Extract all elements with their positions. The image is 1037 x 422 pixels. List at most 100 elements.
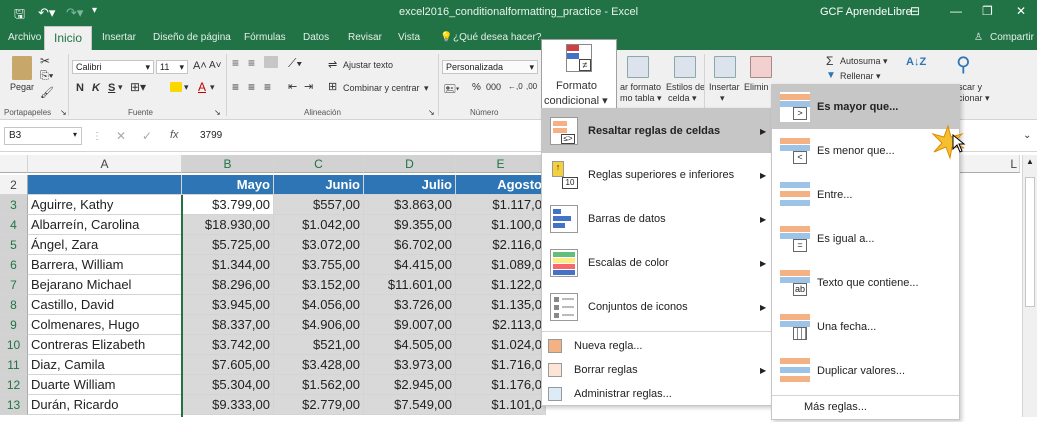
decrease-indent-icon[interactable]: ⇤ — [288, 80, 297, 93]
fill-button[interactable]: Rellenar ▾ — [840, 71, 881, 82]
borders-icon[interactable]: ⊞▾ — [130, 80, 146, 94]
value-cell[interactable]: $6.702,00 — [364, 235, 456, 255]
close-icon[interactable]: ✕ — [1016, 4, 1026, 18]
menu-item-highlight-rules[interactable]: ≤> Resaltar reglas de celdas ▶ — [542, 109, 772, 153]
value-cell[interactable]: $4.906,00 — [274, 315, 364, 335]
accounting-format-icon[interactable]: 🖭▾ — [444, 82, 459, 99]
value-cell[interactable]: $2.116,0 — [456, 235, 546, 255]
row-header[interactable]: 3 — [0, 195, 28, 215]
value-cell[interactable]: $8.337,00 — [182, 315, 274, 335]
menu-item-greater-than[interactable]: > Es mayor que... — [772, 85, 959, 129]
value-cell[interactable]: $1.117,0 — [456, 195, 546, 215]
menu-item-duplicate-values[interactable]: Duplicar valores... — [772, 349, 959, 393]
name-box[interactable]: B3 ▾ — [4, 127, 82, 145]
tell-me-search[interactable]: ¿Qué desea hacer? — [453, 32, 541, 43]
tab-vista[interactable]: Vista — [398, 32, 420, 43]
format-as-table-label[interactable]: ar formato — [620, 82, 661, 92]
font-size-select[interactable]: 11 ▾ — [156, 60, 188, 74]
name-cell[interactable]: Contreras Elizabeth — [28, 335, 182, 355]
value-cell[interactable]: $1.135,0 — [456, 295, 546, 315]
name-cell[interactable]: Bejarano Michael — [28, 275, 182, 295]
wrap-text-button[interactable]: Ajustar texto — [343, 60, 393, 70]
underline-dropdown-icon[interactable]: ▾ — [118, 82, 123, 93]
align-bottom-icon[interactable] — [264, 56, 278, 68]
alignment-launcher-icon[interactable]: ↘ — [428, 108, 435, 117]
menu-item-between[interactable]: Entre... — [772, 173, 959, 217]
grow-font-icon[interactable]: A˄ — [193, 60, 207, 72]
value-cell[interactable]: $4.505,00 — [364, 335, 456, 355]
header-cell[interactable]: Julio — [364, 175, 456, 195]
underline-button[interactable]: S — [108, 82, 115, 94]
merge-center-dropdown-icon[interactable]: ▾ — [424, 83, 429, 94]
value-cell[interactable]: $1.100,0 — [456, 215, 546, 235]
wrap-text-icon[interactable]: ⇌ — [328, 58, 337, 71]
percent-icon[interactable]: % — [472, 82, 481, 93]
paste-icon[interactable] — [12, 56, 32, 80]
header-cell[interactable]: Agosto — [456, 175, 546, 195]
name-cell[interactable]: Diaz, Camila — [28, 355, 182, 375]
menu-item-top-bottom-rules[interactable]: ↑ 10 Reglas superiores e inferiores ▶ — [542, 153, 772, 197]
header-cell[interactable]: Mayo — [182, 175, 274, 195]
name-cell[interactable]: Castillo, David — [28, 295, 182, 315]
value-cell[interactable]: $521,00 — [274, 335, 364, 355]
row-header[interactable]: 7 — [0, 275, 28, 295]
find-select-label-2[interactable]: cionar ▾ — [958, 93, 990, 104]
value-cell[interactable]: $2.945,00 — [364, 375, 456, 395]
minimize-icon[interactable]: — — [950, 4, 962, 18]
value-cell[interactable]: $4.056,00 — [274, 295, 364, 315]
scrollbar-thumb[interactable] — [1025, 177, 1035, 307]
format-painter-icon[interactable]: 🖌 — [40, 86, 54, 99]
menu-item-equal-to[interactable]: = Es igual a... — [772, 217, 959, 261]
value-cell[interactable]: $9.333,00 — [182, 395, 274, 415]
align-middle-icon[interactable]: ≡ — [248, 56, 255, 70]
row-header[interactable]: 5 — [0, 235, 28, 255]
value-cell[interactable]: $2.779,00 — [274, 395, 364, 415]
cut-icon[interactable]: ✂ — [40, 54, 50, 68]
font-name-select[interactable]: Calibri ▾ — [72, 60, 154, 74]
column-header-e[interactable]: E — [456, 155, 546, 173]
cell-styles-label[interactable]: Estilos de — [666, 82, 705, 92]
value-cell[interactable]: $3.742,00 — [182, 335, 274, 355]
autosum-button[interactable]: Autosuma ▾ — [840, 56, 888, 67]
column-header-c[interactable]: C — [274, 155, 364, 173]
autosum-icon[interactable]: Σ — [826, 54, 833, 68]
menu-item-new-rule[interactable]: Nueva regla... — [542, 335, 772, 359]
value-cell[interactable]: $3.973,00 — [364, 355, 456, 375]
restore-icon[interactable]: ❐ — [982, 4, 993, 18]
align-center-icon[interactable]: ≡ — [248, 80, 255, 94]
name-cell[interactable]: Aguirre, Kathy — [28, 195, 182, 215]
value-cell[interactable]: $9.355,00 — [364, 215, 456, 235]
formula-input[interactable]: 3799 — [200, 130, 222, 141]
enter-icon[interactable]: ✓ — [142, 129, 152, 143]
tab-formulas[interactable]: Fórmulas — [244, 32, 286, 43]
format-as-table-label-2[interactable]: mo tabla ▾ — [620, 93, 662, 104]
tab-diseno-pagina[interactable]: Diseño de página — [153, 32, 231, 43]
tab-revisar[interactable]: Revisar — [348, 32, 382, 43]
share-button[interactable]: Compartir — [990, 32, 1034, 43]
value-cell[interactable]: $2.113,0 — [456, 315, 546, 335]
value-cell[interactable]: $3.755,00 — [274, 255, 364, 275]
align-left-icon[interactable]: ≡ — [232, 80, 239, 94]
column-header-d[interactable]: D — [364, 155, 456, 173]
menu-item-icon-sets[interactable]: Conjuntos de iconos ▶ — [542, 285, 772, 329]
value-cell[interactable]: $7.605,00 — [182, 355, 274, 375]
tab-insertar[interactable]: Insertar — [102, 32, 136, 43]
font-color-icon[interactable]: A — [198, 80, 206, 94]
value-cell[interactable]: $1.562,00 — [274, 375, 364, 395]
align-right-icon[interactable]: ≡ — [264, 80, 271, 94]
row-header[interactable]: 4 — [0, 215, 28, 235]
value-cell[interactable]: $3.072,00 — [274, 235, 364, 255]
value-cell[interactable]: $3.863,00 — [364, 195, 456, 215]
cell-styles-icon[interactable] — [674, 56, 696, 78]
value-cell[interactable]: $1.176,0 — [456, 375, 546, 395]
find-select-icon[interactable]: ⚲ — [956, 52, 971, 77]
value-cell[interactable]: $11.601,00 — [364, 275, 456, 295]
insert-cells-icon[interactable] — [714, 56, 736, 78]
value-cell[interactable]: $9.007,00 — [364, 315, 456, 335]
value-cell[interactable]: $8.296,00 — [182, 275, 274, 295]
shrink-font-icon[interactable]: A˅ — [209, 60, 222, 71]
row-header[interactable]: 9 — [0, 315, 28, 335]
clipboard-launcher-icon[interactable]: ↘ — [60, 108, 67, 117]
cell-styles-label-2[interactable]: celda ▾ — [668, 93, 697, 104]
select-all-corner[interactable] — [0, 155, 28, 173]
